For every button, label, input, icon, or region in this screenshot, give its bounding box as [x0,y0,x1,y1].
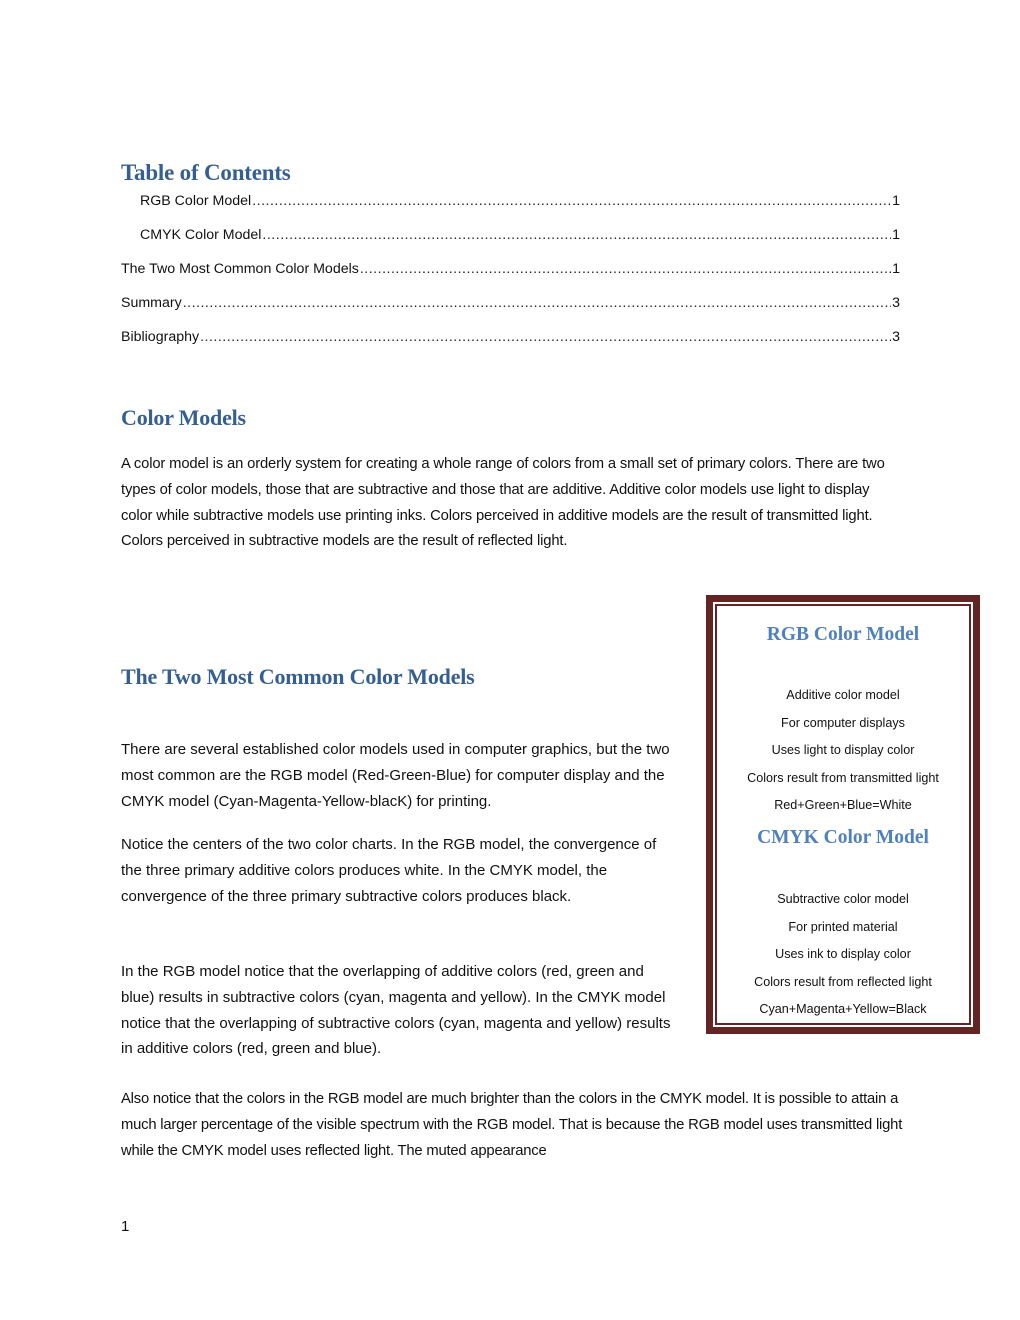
toc-entry-rgb-color-model[interactable]: RGB Color Model 1 [140,193,900,213]
toc-leader-dots [360,261,891,277]
toc-entry-two-most-common-color-models[interactable]: The Two Most Common Color Models 1 [121,261,900,281]
sidebar-cmyk-item: Subtractive color model [777,892,909,906]
sidebar-cmyk-item: Cyan+Magenta+Yellow=Black [759,1002,927,1016]
sidebar-rgb-item: Red+Green+Blue=White [774,798,912,812]
toc-leader-dots [183,295,891,311]
two-models-paragraph-1: There are several established color mode… [121,741,670,810]
color-model-sidebar: RGB Color Model Additive color model For… [706,595,980,1034]
toc-entry-label: Summary [121,295,182,311]
toc-leader-dots [262,227,891,243]
page-number: 1 [121,1218,130,1235]
toc-leader-dots [252,193,891,209]
sidebar-cmyk-title: CMYK Color Model [757,827,929,848]
toc-entry-label: CMYK Color Model [140,227,262,243]
sidebar-rgb-list: Additive color model For computer displa… [717,682,969,820]
sidebar-inner-gap: RGB Color Model Additive color model For… [713,602,973,1027]
sidebar-cmyk-list: Subtractive color model For printed mate… [717,886,969,1023]
toc-entry-summary[interactable]: Summary 3 [121,295,900,315]
color-models-paragraph: A color model is an orderly system for c… [121,456,885,550]
two-models-heading: The Two Most Common Color Models [121,664,475,689]
sidebar-rgb-item: Colors result from transmitted light [747,770,939,785]
toc-entry-label: Bibliography [121,329,200,345]
toc-entry-label: The Two Most Common Color Models [121,261,359,277]
toc-entry-page: 3 [892,295,900,311]
two-models-paragraph-2: Notice the centers of the two color char… [121,836,657,905]
sidebar-cmyk-item: Uses ink to display color [775,947,911,961]
sidebar-rgb-title: RGB Color Model [766,624,920,645]
two-models-paragraph-3: In the RGB model notice that the overlap… [121,963,671,1058]
sidebar-cmyk-item: For printed material [788,919,898,934]
toc-entry-bibliography[interactable]: Bibliography 3 [121,329,900,349]
sidebar-rgb-item: Additive color model [786,688,900,702]
toc-leader-dots [200,329,891,345]
toc-entry-page: 3 [892,329,900,345]
toc-entry-page: 1 [892,227,900,243]
toc-entry-page: 1 [892,261,900,277]
toc-heading: Table of Contents [121,160,291,185]
two-models-paragraph-4: Also notice that the colors in the RGB m… [121,1091,903,1159]
sidebar-content: RGB Color Model Additive color model For… [715,604,971,1025]
sidebar-rgb-item: Uses light to display color [771,743,915,757]
toc-entry-cmyk-color-model[interactable]: CMYK Color Model 1 [140,227,900,247]
sidebar-rgb-item: For computer displays [781,715,905,730]
sidebar-cmyk-item: Colors result from reflected light [754,974,932,989]
toc-entry-label: RGB Color Model [140,193,252,209]
toc-entry-page: 1 [892,193,900,209]
color-models-heading: Color Models [121,405,246,430]
